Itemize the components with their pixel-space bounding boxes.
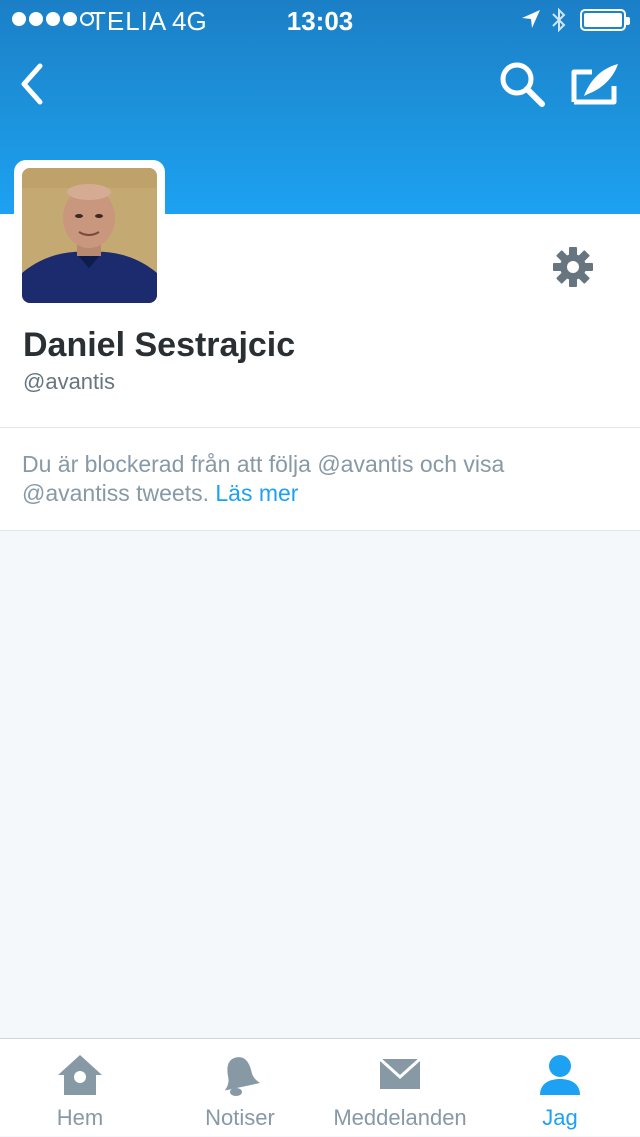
search-button[interactable] bbox=[496, 58, 548, 110]
home-icon bbox=[58, 1055, 102, 1095]
profile-display-name: Daniel Sestrajcic bbox=[23, 326, 296, 364]
tab-notifications[interactable]: Notiser bbox=[160, 1039, 320, 1137]
back-button[interactable] bbox=[14, 60, 54, 108]
envelope-icon bbox=[378, 1057, 422, 1089]
blocked-notice: Du är blockerad från att följa @avantis … bbox=[0, 428, 640, 531]
location-icon bbox=[522, 10, 540, 28]
avatar[interactable] bbox=[14, 160, 165, 311]
tab-bar: Hem Notiser Meddelanden Jag bbox=[0, 1038, 640, 1136]
settings-gear-button[interactable] bbox=[552, 246, 594, 288]
profile-photo bbox=[22, 168, 157, 303]
battery-icon bbox=[580, 9, 630, 31]
tab-me-label: Jag bbox=[542, 1105, 578, 1130]
compose-tweet-button[interactable] bbox=[570, 58, 622, 110]
tab-home-label: Hem bbox=[56, 1105, 104, 1130]
tab-me[interactable]: Jag bbox=[480, 1039, 640, 1137]
tab-notifications-label: Notiser bbox=[205, 1105, 275, 1130]
clock: 13:03 bbox=[286, 6, 354, 36]
bell-icon bbox=[224, 1057, 260, 1096]
tab-home[interactable]: Hem bbox=[0, 1039, 160, 1137]
learn-more-link[interactable]: Läs mer bbox=[215, 480, 298, 506]
bluetooth-icon bbox=[552, 7, 566, 33]
tab-messages[interactable]: Meddelanden bbox=[320, 1039, 480, 1137]
person-icon bbox=[540, 1055, 580, 1095]
tab-messages-label: Meddelanden bbox=[333, 1105, 467, 1130]
profile-handle: @avantis bbox=[23, 369, 116, 394]
status-bar: TELIA 4G 13:03 bbox=[0, 0, 640, 40]
